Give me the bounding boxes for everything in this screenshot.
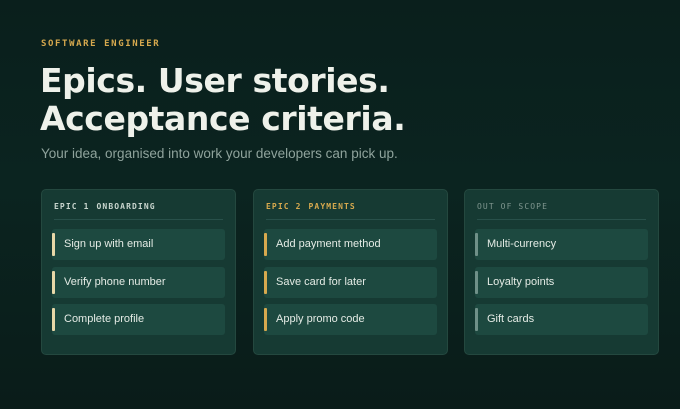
story-item[interactable]: Save card for later xyxy=(264,266,437,298)
epic-number: EPIC 2 xyxy=(266,202,302,211)
out-of-scope-card: OUT OF SCOPE Multi-currency Loyalty poin… xyxy=(464,189,659,355)
headline-line-1: Epics. User stories. xyxy=(40,61,390,100)
page-subhead: Your idea, organised into work your deve… xyxy=(41,146,398,161)
story-list: Sign up with email Verify phone number C… xyxy=(52,229,225,342)
story-item[interactable]: Apply promo code xyxy=(264,304,437,335)
story-item[interactable]: Loyalty points xyxy=(475,266,648,298)
story-list: Add payment method Save card for later A… xyxy=(264,229,437,342)
card-title: OUT OF SCOPE xyxy=(477,202,548,211)
headline-line-2: Acceptance criteria. xyxy=(40,99,406,138)
card-header: EPIC 1 ONBOARDING xyxy=(54,202,223,220)
epic-title: ONBOARDING xyxy=(96,202,156,211)
epic-title: PAYMENTS xyxy=(308,202,356,211)
story-item[interactable]: Verify phone number xyxy=(52,266,225,298)
story-item[interactable]: Multi-currency xyxy=(475,229,648,260)
story-item[interactable]: Complete profile xyxy=(52,304,225,335)
story-item[interactable]: Sign up with email xyxy=(52,229,225,260)
epic-card-payments: EPIC 2 PAYMENTS Add payment method Save c… xyxy=(253,189,448,355)
eyebrow-label: SOFTWARE ENGINEER xyxy=(41,39,161,49)
story-item[interactable]: Add payment method xyxy=(264,229,437,260)
epic-card-onboarding: EPIC 1 ONBOARDING Sign up with email Veri… xyxy=(41,189,236,355)
card-header: EPIC 2 PAYMENTS xyxy=(266,202,435,220)
page-headline: Epics. User stories. Acceptance criteria… xyxy=(40,61,406,138)
card-header: OUT OF SCOPE xyxy=(477,202,646,220)
story-list: Multi-currency Loyalty points Gift cards xyxy=(475,229,648,342)
story-item[interactable]: Gift cards xyxy=(475,304,648,335)
epic-number: EPIC 1 xyxy=(54,202,90,211)
